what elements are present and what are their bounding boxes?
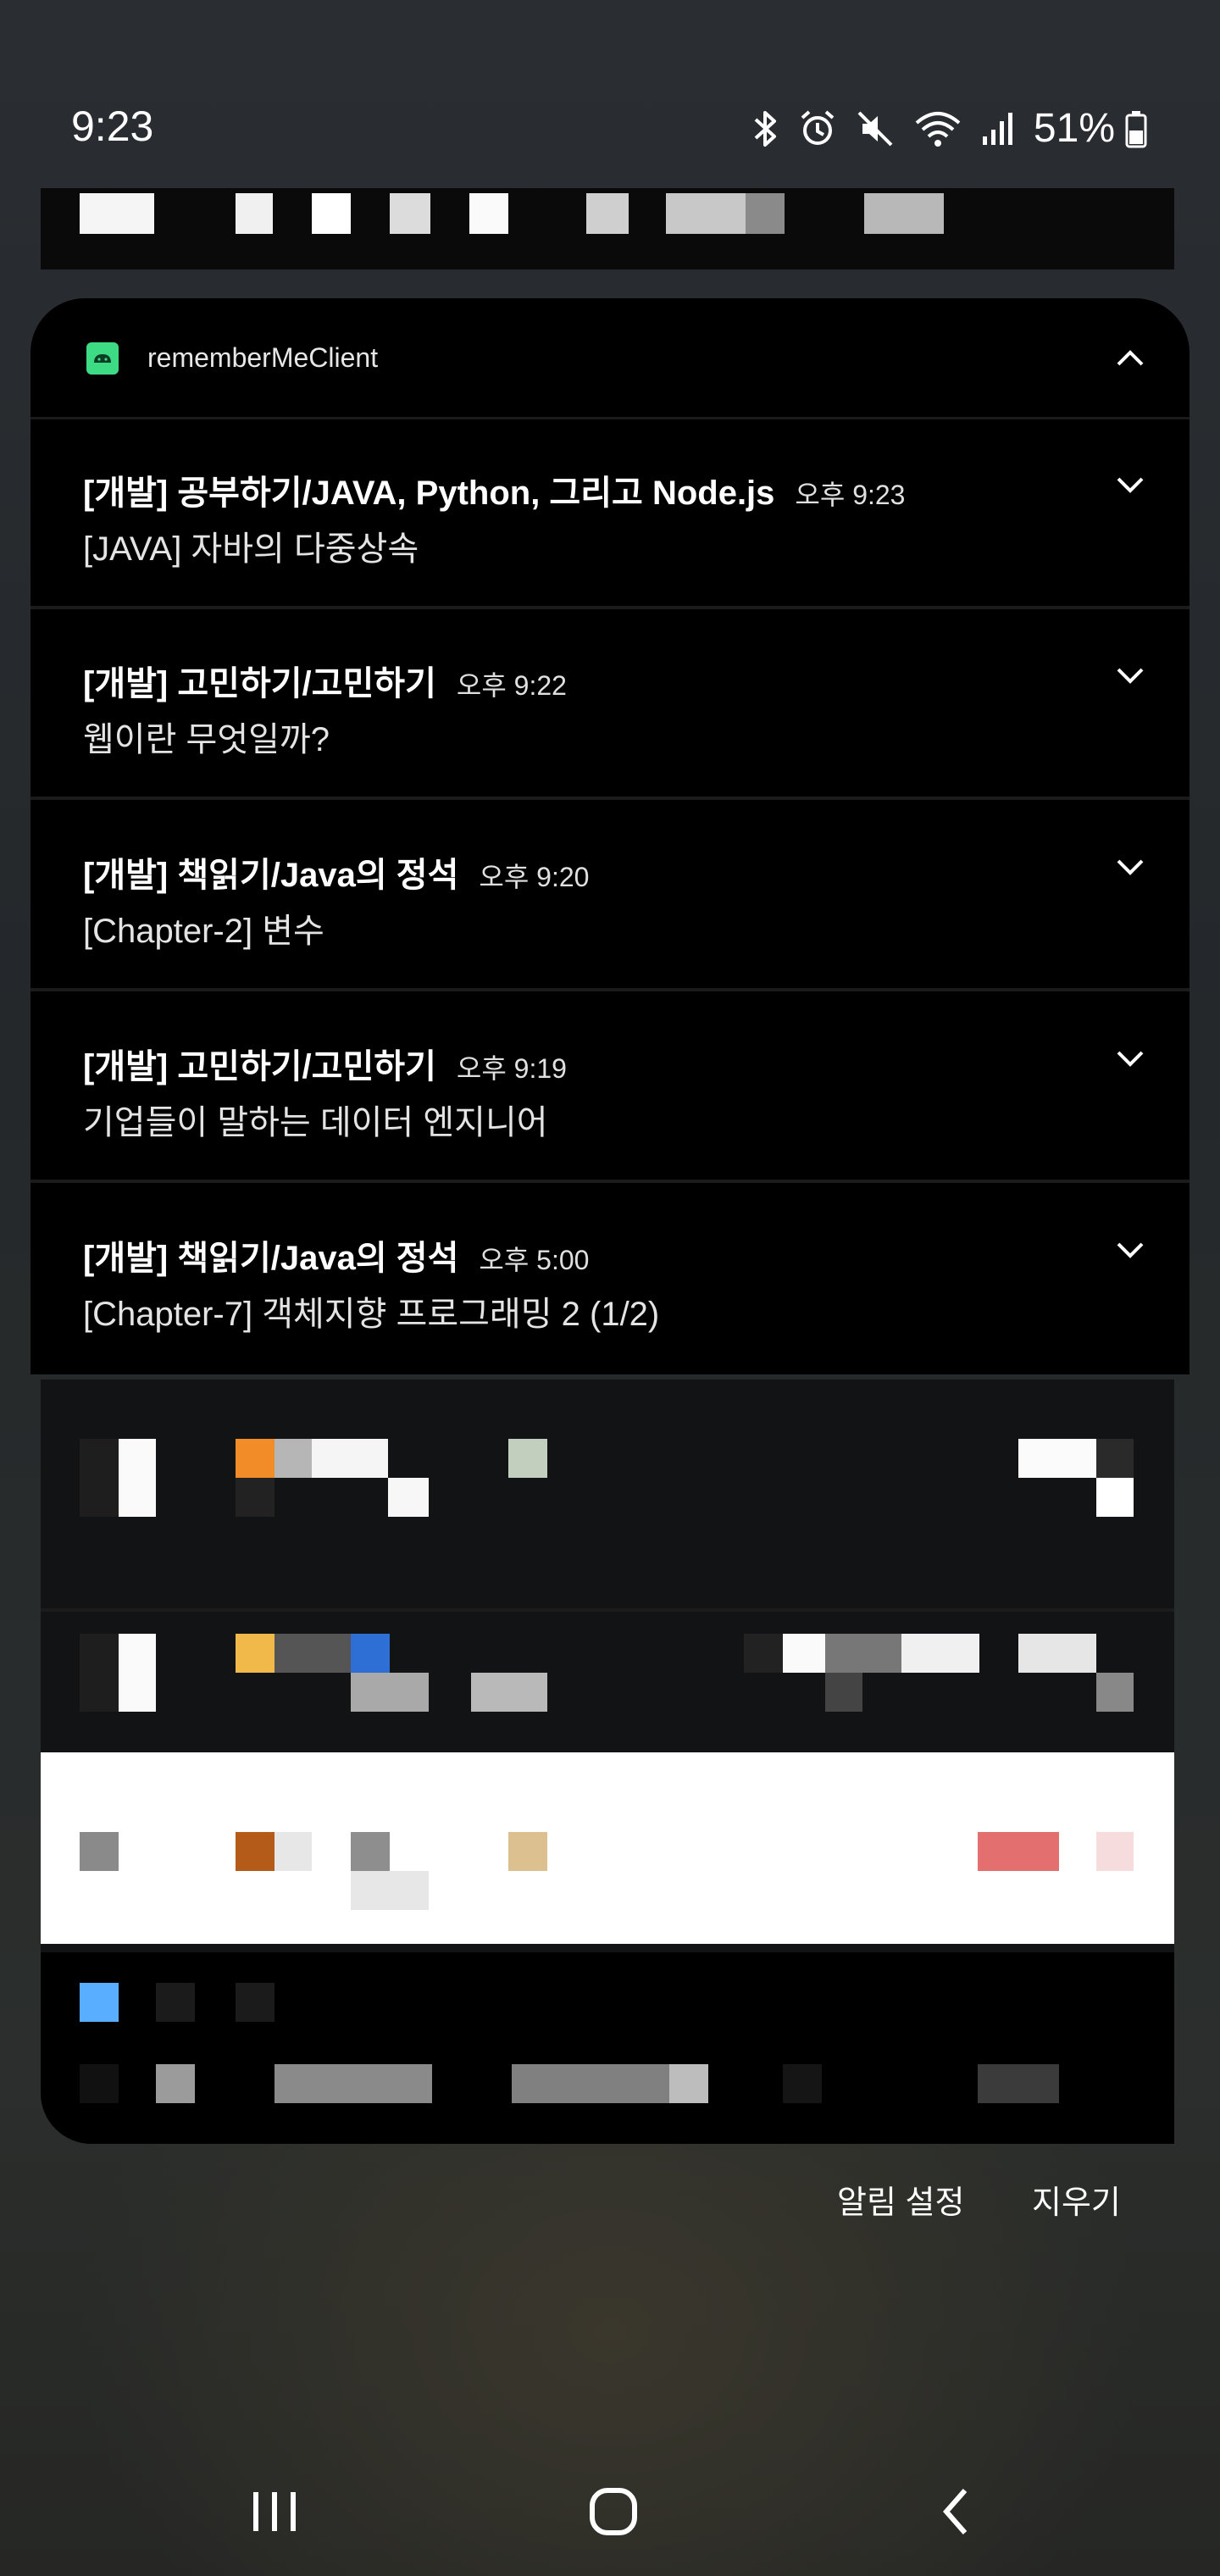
status-icons: 51% bbox=[752, 105, 1147, 152]
battery-percent: 51% bbox=[1033, 106, 1115, 151]
bluetooth-icon bbox=[754, 110, 776, 147]
notification-title: [개발] 공부하기/JAVA, Python, 그리고 Node.js bbox=[83, 475, 775, 512]
battery-icon bbox=[1125, 110, 1147, 147]
notification-title: [개발] 고민하기/고민하기 bbox=[83, 1048, 436, 1085]
notification-text: 기업들이 말하는 데이터 엔지니어 bbox=[83, 1104, 548, 1141]
expand-chevron-down-icon[interactable] bbox=[1105, 458, 1156, 509]
notification-time: 오후 9:22 bbox=[456, 670, 567, 701]
notification-title: [개발] 책읽기/Java의 정석 bbox=[83, 857, 459, 894]
back-icon[interactable] bbox=[907, 2461, 1008, 2562]
notification-item[interactable]: [개발] 고민하기/고민하기 오후 9:19 기업들이 말하는 데이터 엔지니어 bbox=[30, 995, 1190, 1183]
notification-item[interactable]: [개발] 책읽기/Java의 정석 오후 5:00 [Chapter-7] 객체… bbox=[30, 1186, 1190, 1374]
signal-icon bbox=[982, 112, 1012, 145]
notification-item[interactable]: [개발] 책읽기/Java의 정석 오후 9:20 [Chapter-2] 변수 bbox=[30, 803, 1190, 991]
notification-item[interactable]: [개발] 공부하기/JAVA, Python, 그리고 Node.js 오후 9… bbox=[30, 421, 1190, 609]
notification-time: 오후 9:20 bbox=[479, 862, 590, 892]
expand-chevron-down-icon[interactable] bbox=[1105, 1032, 1156, 1083]
notification-settings-button[interactable]: 알림 설정 bbox=[837, 2176, 964, 2223]
app-name: rememberMeClient bbox=[147, 342, 379, 373]
status-time: 9:23 bbox=[71, 103, 154, 150]
notification-title: [개발] 고민하기/고민하기 bbox=[83, 665, 436, 702]
mute-icon bbox=[857, 111, 893, 146]
notification-title: [개발] 책읽기/Java의 정석 bbox=[83, 1240, 459, 1277]
group-header[interactable]: rememberMeClient bbox=[30, 298, 1190, 419]
notification-text: [Chapter-7] 객체지향 프로그래밍 2 (1/2) bbox=[83, 1296, 660, 1333]
notification-time: 오후 5:00 bbox=[479, 1245, 590, 1275]
pixelated-notification-top[interactable] bbox=[41, 188, 1174, 269]
wifi-icon bbox=[915, 111, 961, 147]
notification-text: [Chapter-2] 변수 bbox=[83, 913, 324, 950]
notification-time: 오후 9:23 bbox=[795, 480, 906, 510]
status-bar: 9:23 51% bbox=[0, 0, 1220, 169]
notification-time: 오후 9:19 bbox=[456, 1053, 567, 1084]
recents-icon[interactable] bbox=[224, 2461, 325, 2562]
notification-text: 웹이란 무엇일까? bbox=[83, 721, 330, 758]
android-icon bbox=[86, 342, 119, 375]
expand-chevron-down-icon[interactable] bbox=[1105, 841, 1156, 891]
notification-text: [JAVA] 자바의 다중상속 bbox=[83, 530, 419, 568]
notification-item[interactable]: [개발] 고민하기/고민하기 오후 9:22 웹이란 무엇일까? bbox=[30, 612, 1190, 800]
expand-chevron-down-icon[interactable] bbox=[1105, 1224, 1156, 1274]
collapse-chevron-up-icon[interactable] bbox=[1105, 334, 1156, 385]
expand-chevron-down-icon[interactable] bbox=[1105, 649, 1156, 700]
home-icon[interactable] bbox=[563, 2461, 664, 2562]
pixelated-notification-block[interactable] bbox=[41, 1380, 1174, 2144]
navigation-bar bbox=[0, 2423, 1220, 2576]
notification-group[interactable]: rememberMeClient [개발] 공부하기/JAVA, Python,… bbox=[30, 298, 1190, 1374]
alarm-icon bbox=[801, 109, 835, 145]
clear-button[interactable]: 지우기 bbox=[1032, 2176, 1121, 2223]
